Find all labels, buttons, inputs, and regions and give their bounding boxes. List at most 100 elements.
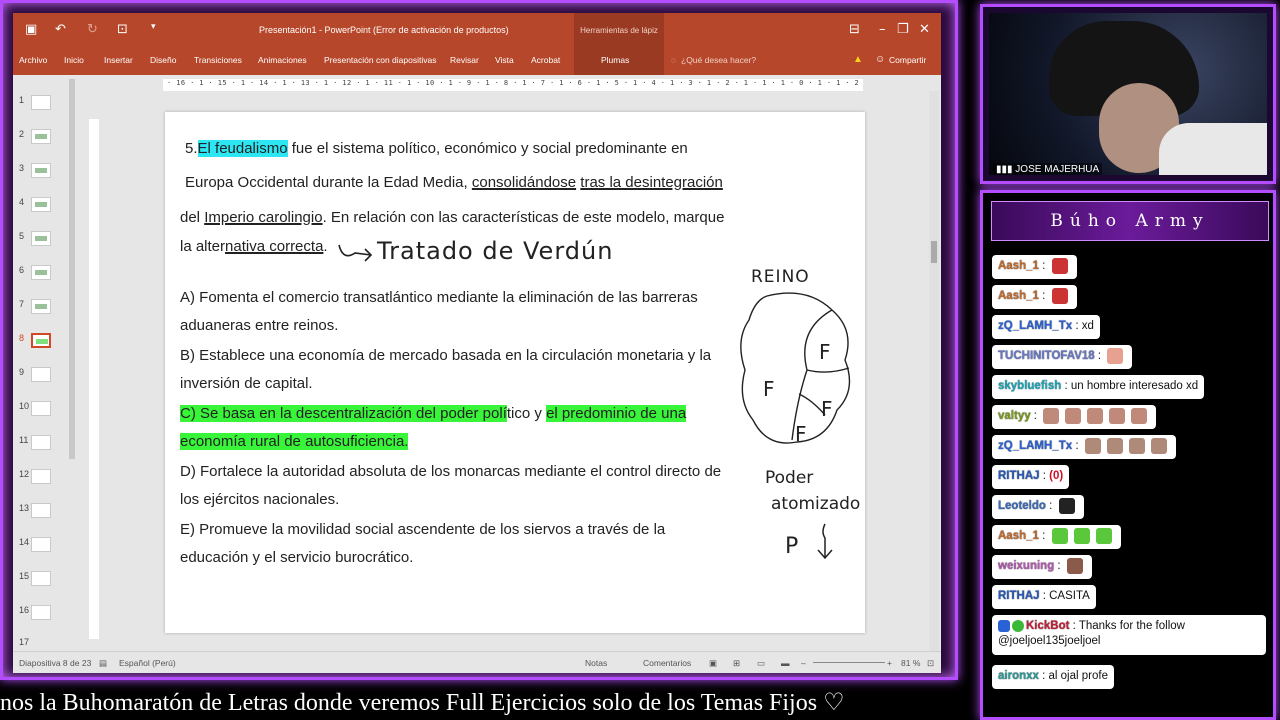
- sorter-view-icon[interactable]: ⊞: [733, 658, 740, 669]
- chat-message: KickBot : Thanks for the follow @joeljoel…: [992, 615, 1266, 655]
- minimize-icon[interactable]: –: [879, 22, 886, 37]
- emote-icon: [1128, 437, 1145, 454]
- powerpoint-window: ▣ ↶ ↻ ⊡ ▾ Presentación1 - PowerPoint (Er…: [13, 13, 941, 673]
- thumbnail-9[interactable]: 9: [19, 367, 63, 391]
- emote-icon: [1066, 557, 1083, 574]
- tell-me-search[interactable]: ¿Qué desea hacer?: [681, 55, 756, 65]
- thumbnail-11[interactable]: 11: [19, 435, 63, 459]
- customize-icon[interactable]: ▾: [151, 22, 156, 32]
- option-e-line-1: E) Promueve la movilidad social ascenden…: [180, 521, 666, 538]
- chat-message: RITHAJ : CASITA: [992, 585, 1096, 609]
- undo-icon[interactable]: ↶: [55, 22, 66, 37]
- redo-icon[interactable]: ↻: [87, 22, 98, 37]
- tab-transiciones[interactable]: Transiciones: [194, 55, 242, 65]
- warning-icon[interactable]: ▲: [853, 54, 863, 65]
- tab-archivo[interactable]: Archivo: [19, 55, 47, 65]
- tab-insertar[interactable]: Insertar: [104, 55, 133, 65]
- emote-icon: [1150, 437, 1167, 454]
- thumbnail-14[interactable]: 14: [19, 537, 63, 561]
- present-icon[interactable]: ⊡: [117, 22, 128, 37]
- thumbnail-pane[interactable]: 1 2 3 4 5 6 7 8 9 10 11 12 13 14 15 16 1…: [13, 79, 75, 649]
- thumbnail-scrollbar[interactable]: [69, 79, 75, 459]
- tab-inicio[interactable]: Inicio: [64, 55, 84, 65]
- close-icon[interactable]: ✕: [919, 22, 930, 37]
- option-b-line-2: inversión de capital.: [180, 375, 313, 392]
- chat-message: aironxx : al ojal profe: [992, 665, 1114, 689]
- thumbnail-6[interactable]: 6: [19, 265, 63, 289]
- slide-canvas[interactable]: 5.El feudalismo fue el sistema político,…: [165, 112, 865, 633]
- zoom-level[interactable]: 81 %: [901, 658, 920, 668]
- emote-icon: [1051, 287, 1068, 304]
- option-c-line-1: C) Se basa en la descentralización del p…: [180, 405, 687, 422]
- webcam-frame: ▮▮▮ JOSE MAJERHUA: [980, 4, 1276, 184]
- hand-reino: REINO: [751, 267, 810, 287]
- thumbnail-3[interactable]: 3: [19, 163, 63, 187]
- tab-animaciones[interactable]: Animaciones: [258, 55, 307, 65]
- emote-icon: [1065, 407, 1082, 424]
- tab-plumas[interactable]: Plumas: [601, 55, 629, 65]
- thumbnail-15[interactable]: 15: [19, 571, 63, 595]
- highlight-option-c-2: el predominio de una: [546, 405, 687, 422]
- status-slide-count: Diapositiva 8 de 23: [19, 658, 92, 668]
- thumbnail-5[interactable]: 5: [19, 231, 63, 255]
- question-line-4: la alternativa correcta.: [180, 238, 328, 255]
- thumbnail-13[interactable]: 13: [19, 503, 63, 527]
- thumbnail-7[interactable]: 7: [19, 299, 63, 323]
- thumbnail-1[interactable]: 1: [19, 95, 63, 119]
- option-d-line-2: los ejércitos nacionales.: [180, 491, 340, 508]
- thumbnail-4[interactable]: 4: [19, 197, 63, 221]
- slideshow-view-icon[interactable]: ▬: [781, 658, 790, 668]
- lightbulb-icon: ◌: [671, 55, 677, 65]
- webcam-name-label: ▮▮▮ JOSE MAJERHUA: [993, 163, 1103, 175]
- maximize-icon[interactable]: ❐: [897, 22, 909, 37]
- emote-icon: [1058, 497, 1075, 514]
- ribbon-options-icon[interactable]: ⊟: [849, 22, 860, 37]
- bot-badge-icon: [998, 619, 1010, 632]
- emote-icon: [1109, 407, 1126, 424]
- tab-diseno[interactable]: Diseño: [150, 55, 176, 65]
- hand-atomizado: atomizado: [771, 494, 861, 514]
- emote-icon: [1073, 527, 1090, 544]
- hand-f-2: F: [763, 377, 775, 401]
- zoom-in-icon[interactable]: +: [887, 658, 892, 668]
- question-line-1: 5.El feudalismo fue el sistema político,…: [185, 140, 688, 157]
- reading-view-icon[interactable]: ▭: [757, 658, 765, 669]
- share-button[interactable]: Compartir: [889, 55, 926, 65]
- option-b-line-1: B) Establece una economía de mercado bas…: [180, 347, 712, 364]
- normal-view-icon[interactable]: ▣: [709, 658, 717, 669]
- chat-message: Aash_1 :: [992, 255, 1077, 279]
- chat-message: Aash_1 :: [992, 285, 1077, 309]
- hand-tratado-verdun: Tratado de Verdún: [377, 237, 614, 265]
- option-a-line-1: A) Fomenta el comercio transatlántico me…: [180, 289, 698, 306]
- emote-icon: [1095, 527, 1112, 544]
- chat-message: TUCHINITOFAV18 :: [992, 345, 1133, 369]
- powerpoint-frame: ▣ ↶ ↻ ⊡ ▾ Presentación1 - PowerPoint (Er…: [0, 0, 958, 680]
- thumbnail-8[interactable]: 8: [19, 333, 63, 357]
- emote-icon: [1051, 527, 1068, 544]
- thumbnail-12[interactable]: 12: [19, 469, 63, 493]
- tab-revisar[interactable]: Revisar: [450, 55, 479, 65]
- emote-icon: [1087, 407, 1104, 424]
- comments-button[interactable]: Comentarios: [643, 658, 691, 668]
- chat-message: valtyy :: [992, 405, 1157, 429]
- tab-acrobat[interactable]: Acrobat: [531, 55, 560, 65]
- notes-button[interactable]: Notas: [585, 658, 607, 668]
- tab-vista[interactable]: Vista: [495, 55, 514, 65]
- spellcheck-icon[interactable]: ▤: [99, 658, 107, 669]
- save-icon[interactable]: ▣: [25, 22, 37, 37]
- thumbnail-2[interactable]: 2: [19, 129, 63, 153]
- zoom-slider[interactable]: [813, 662, 885, 663]
- thumbnail-16[interactable]: 16: [19, 605, 63, 629]
- option-d-line-1: D) Fortalece la autoridad absoluta de lo…: [180, 463, 722, 480]
- chat-message: Leoteldo :: [992, 495, 1084, 519]
- tab-presentacion[interactable]: Presentación con diapositivas: [324, 55, 436, 65]
- slide-scrollbar[interactable]: [929, 91, 939, 651]
- hand-down-arrow: [815, 522, 835, 566]
- horizontal-ruler: · 16 · 1 · 15 · 1 · 14 · 1 · 13 · 1 · 12…: [163, 79, 863, 91]
- scrolling-ticker: nos la Buhomaratón de Letras donde verem…: [0, 690, 845, 716]
- fit-slide-icon[interactable]: ⊡: [927, 658, 934, 669]
- tab-plumas-bg: Plumas: [574, 47, 664, 75]
- zoom-out-icon[interactable]: –: [801, 658, 806, 668]
- status-language[interactable]: Español (Perú): [119, 658, 176, 668]
- thumbnail-10[interactable]: 10: [19, 401, 63, 425]
